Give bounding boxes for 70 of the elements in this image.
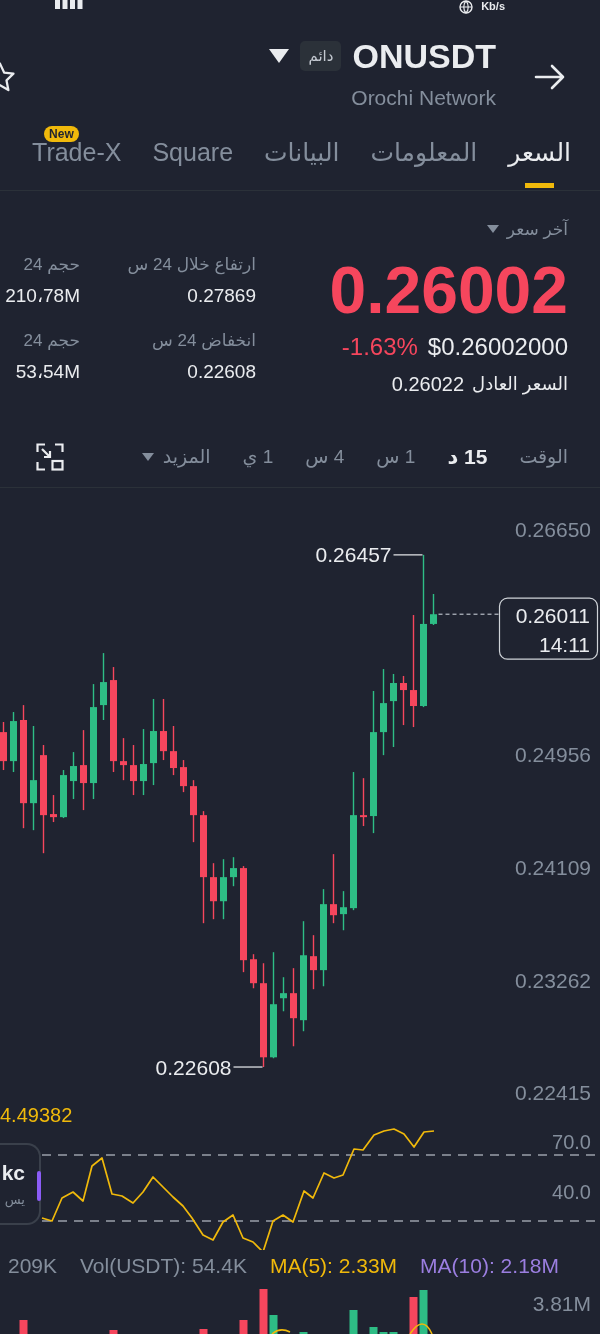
timeframe-tab[interactable]: 15 د	[447, 444, 488, 469]
fair-price-value: 0.26022	[391, 372, 465, 397]
signal-icon	[55, 0, 83, 9]
tab[interactable]: البيانات	[264, 126, 340, 190]
caret-down-icon[interactable]	[269, 49, 290, 63]
volume-axis-label: 3.81M	[532, 1291, 591, 1315]
contract-type-tag: دائم	[300, 41, 342, 71]
leader-line	[233, 1066, 263, 1068]
fair-price-label: السعر العادل	[472, 373, 568, 397]
price-axis-label: 0.22415	[515, 1081, 591, 1100]
right-arrow-icon[interactable]	[534, 64, 566, 90]
tab[interactable]: السعر	[508, 126, 571, 190]
more-dropdown[interactable]: المزيد	[141, 444, 211, 469]
price-axis-label: 0.26650	[515, 517, 591, 541]
leader-line	[393, 554, 423, 556]
legend-text: MA(10): 2.18M	[420, 1254, 559, 1278]
project-name: Orochi Network	[351, 86, 496, 110]
volume-bar	[199, 1329, 208, 1334]
rsi-level-label: 40.0	[552, 1181, 591, 1203]
rising-candle	[60, 770, 67, 819]
stat-label: انخفاض 24 س	[152, 330, 256, 352]
volume-bar	[349, 1310, 358, 1334]
price-axis-label: 0.23262	[515, 968, 591, 992]
price-change: -1.63%	[341, 333, 418, 361]
countdown-timer: 14:11	[539, 632, 590, 656]
stat-label: حجم 24	[23, 254, 80, 276]
stat-value: 53،54M	[15, 360, 80, 384]
last-price: 0.26002	[329, 257, 568, 323]
high-price-label: 0.26457	[315, 543, 392, 567]
timeframe-tab[interactable]: الوقت	[519, 444, 568, 469]
last-price-line	[438, 613, 499, 615]
price-type-dropdown[interactable]: آخر سعر	[486, 217, 568, 241]
volume-bar	[419, 1290, 428, 1334]
last-price-tag[interactable]	[498, 597, 599, 660]
stat-value: 0.22608	[187, 360, 256, 384]
widget-title: kc	[1, 1161, 25, 1185]
legend-text: Vol(USDT): 54.4K	[80, 1254, 247, 1278]
usd-price: $0.26002000	[427, 333, 568, 361]
timeframe-tab[interactable]: 4 س	[305, 444, 345, 469]
widget-subtitle: يس	[4, 1191, 25, 1209]
tab[interactable]: Square	[152, 126, 234, 190]
price-axis-label: 0.24109	[515, 855, 591, 879]
stat-value: 210،78M	[5, 284, 80, 308]
volume-bar	[239, 1320, 248, 1334]
stat-value: 0.27869	[187, 284, 256, 308]
volume-bar	[19, 1320, 28, 1334]
rsi-level-label: 70.0	[552, 1131, 591, 1153]
tab[interactable]: New Trade-X	[32, 126, 122, 190]
timeframe-tab[interactable]: 1 ي	[242, 444, 274, 469]
globe-icon	[459, 0, 474, 14]
caret-down-icon	[486, 225, 499, 233]
window-shrink-icon[interactable]	[36, 442, 64, 471]
last-price-value: 0.26011	[515, 603, 590, 627]
network-speed-label: Kb/s	[481, 0, 505, 13]
price-axis-label: 0.24956	[515, 743, 591, 767]
caret-down-icon	[141, 452, 154, 461]
rising-candle	[430, 594, 437, 625]
stat-label: ارتفاع خلال 24 س	[127, 254, 256, 277]
volume-bar	[409, 1297, 418, 1334]
legend-text: 209K	[7, 1254, 57, 1278]
timeframe-tab[interactable]: 1 س	[376, 444, 416, 469]
drag-handle-icon[interactable]	[37, 1171, 41, 1201]
new-badge: New	[44, 126, 79, 142]
legend-text: MA(5): 2.33M	[269, 1254, 398, 1278]
low-price-label: 0.22608	[155, 1055, 232, 1079]
tab[interactable]: المعلومات	[370, 126, 478, 190]
rsi-value: 4.49382	[0, 1104, 73, 1126]
symbol-title: ONUSDT	[352, 36, 496, 76]
stat-label: حجم 24	[23, 330, 80, 352]
volume-bar	[109, 1330, 118, 1334]
